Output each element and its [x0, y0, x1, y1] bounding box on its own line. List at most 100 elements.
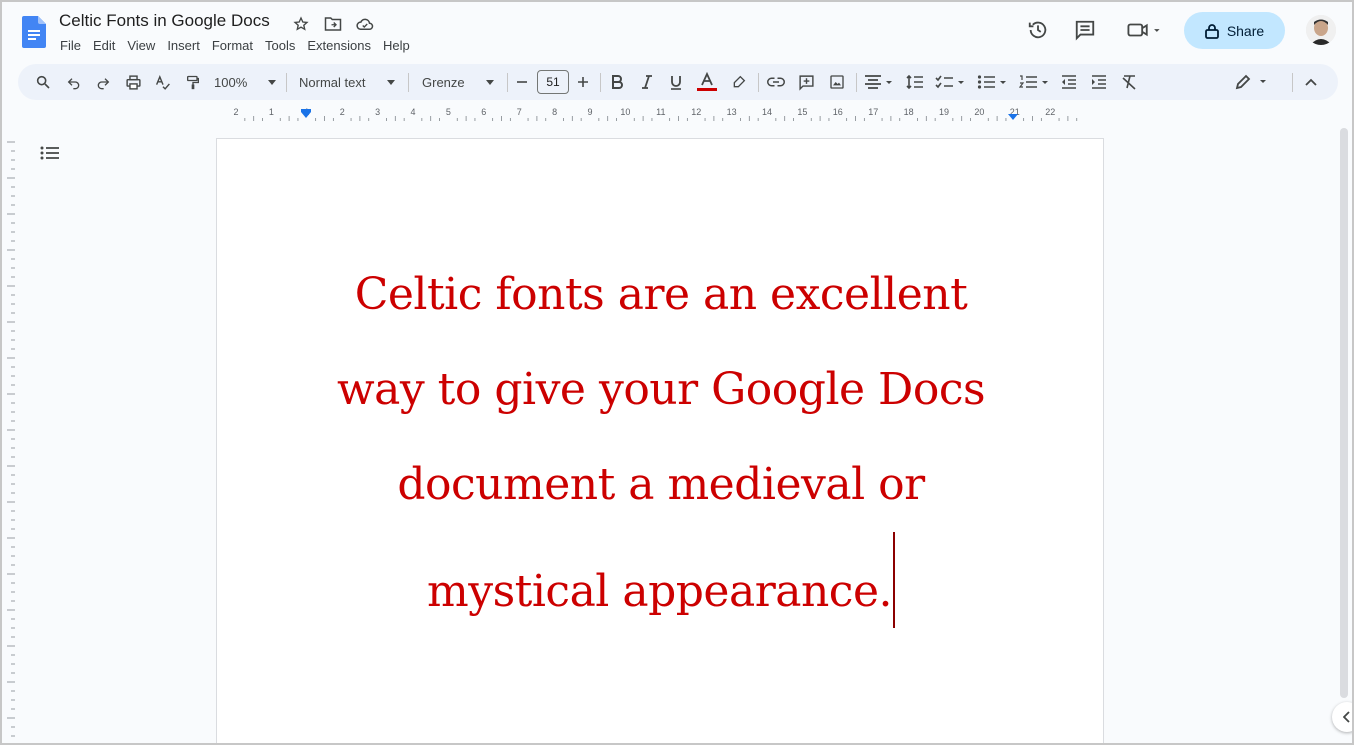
- right-indent-marker[interactable]: [1008, 114, 1018, 120]
- font-family-select[interactable]: Grenze: [422, 70, 494, 94]
- share-button[interactable]: Share: [1184, 12, 1285, 49]
- body-line: document a medieval or: [397, 459, 925, 510]
- side-panel-toggle[interactable]: [1332, 702, 1352, 732]
- cloud-saved-icon[interactable]: [354, 13, 376, 35]
- align-menu-icon[interactable]: [863, 70, 895, 94]
- body-line: Celtic fonts are an excellent: [354, 269, 968, 320]
- toolbar-divider: [600, 73, 601, 92]
- text-color-icon[interactable]: [696, 70, 718, 94]
- document-body[interactable]: Celtic fonts are an excellent way to giv…: [217, 247, 1105, 639]
- ruler-label: 14: [762, 107, 772, 117]
- chevron-down-icon: [268, 79, 276, 85]
- print-icon[interactable]: [122, 70, 144, 94]
- version-history-icon[interactable]: [1026, 18, 1050, 42]
- bulleted-list-icon[interactable]: [976, 70, 1010, 94]
- ruler-label: 15: [797, 107, 807, 117]
- document-page[interactable]: Celtic fonts are an excellent way to giv…: [216, 138, 1105, 743]
- highlight-color-icon[interactable]: [728, 70, 750, 94]
- search-menus-icon[interactable]: [32, 70, 54, 94]
- editing-mode-icon[interactable]: [1234, 70, 1270, 94]
- zoom-value: 100%: [214, 74, 248, 90]
- zoom-select[interactable]: 100%: [214, 70, 276, 94]
- toolbar-divider: [758, 73, 759, 92]
- underline-icon[interactable]: [666, 70, 686, 94]
- ruler-label: 20: [974, 107, 984, 117]
- ruler-label: 19: [939, 107, 949, 117]
- ruler-label: 8: [552, 107, 557, 117]
- ruler-label: 10: [620, 107, 630, 117]
- menu-view[interactable]: View: [127, 38, 155, 53]
- spellcheck-icon[interactable]: [152, 70, 174, 94]
- lock-icon: [1204, 23, 1219, 39]
- font-family-value: Grenze: [422, 74, 465, 90]
- comments-icon[interactable]: [1073, 18, 1097, 42]
- body-line: way to give your Google Docs: [336, 364, 986, 415]
- toolbar-divider: [1292, 73, 1293, 92]
- vertical-ruler[interactable]: [5, 138, 17, 743]
- menu-file[interactable]: File: [60, 38, 81, 53]
- ruler-label: 2: [340, 107, 345, 117]
- redo-icon[interactable]: [92, 70, 114, 94]
- first-line-indent-marker[interactable]: [301, 109, 311, 112]
- menu-format[interactable]: Format: [212, 38, 253, 53]
- ruler-label: 7: [517, 107, 522, 117]
- font-size-input[interactable]: 51: [537, 70, 569, 94]
- menu-insert[interactable]: Insert: [167, 38, 200, 53]
- move-folder-icon[interactable]: [322, 13, 344, 35]
- insert-image-icon[interactable]: [826, 70, 848, 94]
- ruler-label: 9: [587, 107, 592, 117]
- undo-icon[interactable]: [63, 70, 85, 94]
- ruler-label: 1: [269, 107, 274, 117]
- chevron-down-icon: [387, 79, 395, 85]
- ruler-label: 17: [868, 107, 878, 117]
- chevron-down-icon: [486, 79, 494, 85]
- ruler-label: 12: [691, 107, 701, 117]
- text-cursor: [892, 532, 895, 628]
- docs-logo-icon[interactable]: [22, 16, 46, 48]
- ruler-label: 16: [833, 107, 843, 117]
- add-comment-icon[interactable]: [795, 70, 817, 94]
- ruler-label: 3: [375, 107, 380, 117]
- ruler-label: 2: [233, 107, 238, 117]
- document-outline-icon[interactable]: [40, 145, 62, 163]
- left-indent-marker[interactable]: [301, 112, 311, 118]
- italic-icon[interactable]: [637, 70, 657, 94]
- ruler-label: 4: [410, 107, 415, 117]
- chevron-left-icon: [1343, 711, 1350, 723]
- document-title[interactable]: Celtic Fonts in Google Docs: [59, 11, 270, 31]
- increase-indent-icon[interactable]: [1088, 70, 1110, 94]
- ruler-label: 22: [1045, 107, 1055, 117]
- share-label: Share: [1226, 22, 1265, 39]
- vertical-scrollbar[interactable]: [1340, 128, 1348, 698]
- hide-menus-chevron-up-icon[interactable]: [1300, 70, 1322, 94]
- star-icon[interactable]: [290, 13, 312, 35]
- ruler-label: 18: [904, 107, 914, 117]
- insert-link-icon[interactable]: [765, 70, 787, 94]
- ruler-label: 13: [727, 107, 737, 117]
- paint-format-icon[interactable]: [182, 70, 204, 94]
- meet-icon[interactable]: [1124, 18, 1164, 42]
- avatar[interactable]: [1306, 15, 1336, 45]
- paragraph-style-select[interactable]: Normal text: [299, 70, 395, 94]
- line-spacing-icon[interactable]: [904, 70, 926, 94]
- toolbar-divider: [856, 73, 857, 92]
- toolbar-divider: [408, 73, 409, 92]
- app-window: Celtic Fonts in Google Docs File Edit Vi…: [0, 0, 1354, 745]
- header: Celtic Fonts in Google Docs File Edit Vi…: [2, 2, 1352, 62]
- numbered-list-icon[interactable]: [1018, 70, 1052, 94]
- paragraph-style-value: Normal text: [299, 74, 366, 90]
- menu-bar: File Edit View Insert Format Tools Exten…: [60, 38, 422, 53]
- menu-extensions[interactable]: Extensions: [307, 38, 371, 53]
- bold-icon[interactable]: [607, 70, 627, 94]
- increase-font-size-icon[interactable]: [575, 70, 591, 94]
- body-line-last: mystical appearance.: [217, 532, 1105, 639]
- checklist-icon[interactable]: [934, 70, 968, 94]
- menu-edit[interactable]: Edit: [93, 38, 115, 53]
- clear-formatting-icon[interactable]: [1118, 70, 1140, 94]
- menu-help[interactable]: Help: [383, 38, 410, 53]
- menu-tools[interactable]: Tools: [265, 38, 295, 53]
- toolbar-divider: [286, 73, 287, 92]
- decrease-indent-icon[interactable]: [1058, 70, 1080, 94]
- decrease-font-size-icon[interactable]: [514, 70, 530, 94]
- horizontal-ruler[interactable]: 2112345678910111213141516171819202122: [216, 106, 1106, 122]
